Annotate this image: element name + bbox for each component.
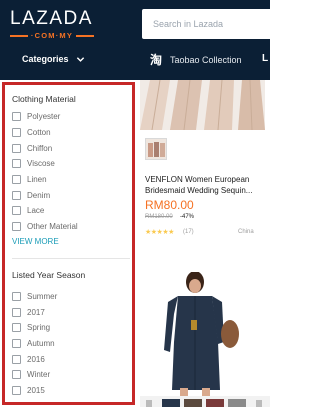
option-label: Viscose <box>27 158 55 168</box>
original-price: RM180.00 <box>145 214 173 220</box>
taobao-collection-link[interactable]: 淘 Taobao Collection <box>150 53 242 67</box>
filter-option-spring[interactable]: Spring <box>12 321 50 333</box>
option-label: Autumn <box>27 338 55 348</box>
filter-option-linen[interactable]: Linen <box>12 173 47 185</box>
product-title[interactable]: VENFLON Women European Bridesmaid Weddin… <box>145 174 268 196</box>
checkbox[interactable] <box>12 174 21 184</box>
filter-option-autumn[interactable]: Autumn <box>12 337 55 349</box>
taobao-icon: 淘 <box>150 53 163 67</box>
filter-option-polyester[interactable]: Polyester <box>12 110 60 122</box>
product-origin: China <box>238 229 254 235</box>
filter-panel: Clothing Material Polyester Cotton Chiff… <box>2 82 135 405</box>
filter-option-winter[interactable]: Winter <box>12 368 50 380</box>
navy-shirt-dress-photo <box>140 272 265 397</box>
product-image-shirt-dress[interactable] <box>140 272 265 397</box>
filter-option-lace[interactable]: Lace <box>12 204 44 216</box>
checkbox[interactable] <box>12 307 21 317</box>
chevron-down-icon <box>76 56 84 62</box>
thumbnail-photo <box>146 139 166 159</box>
filter-option-denim[interactable]: Denim <box>12 189 50 201</box>
categories-menu[interactable]: Categories <box>22 54 85 64</box>
discount-badge: -47% <box>180 214 195 220</box>
checkbox[interactable] <box>12 322 21 332</box>
checkbox[interactable] <box>12 143 21 153</box>
checkbox[interactable] <box>12 127 21 137</box>
option-label: Winter <box>27 369 51 379</box>
option-label: Lace <box>27 205 45 215</box>
checkbox[interactable] <box>12 190 21 200</box>
logo-wordmark: LAZADA <box>10 8 93 29</box>
filter-option-other-material[interactable]: Other Material <box>12 220 78 232</box>
option-label: Other Material <box>27 221 78 231</box>
view-more-link[interactable]: VIEW MORE <box>12 237 59 246</box>
option-label: Summer <box>27 291 58 301</box>
option-label: Chiffon <box>27 143 53 153</box>
logo-line-right <box>76 35 94 37</box>
checkbox[interactable] <box>12 158 21 168</box>
option-label: 2017 <box>27 307 45 317</box>
product-image-dress[interactable] <box>140 80 265 130</box>
checkbox[interactable] <box>12 338 21 348</box>
option-label: Denim <box>27 190 51 200</box>
option-label: 2015 <box>27 385 45 395</box>
thumbnail-strip-graphic <box>146 399 262 407</box>
star-rating-icon: ★★★★★ <box>145 229 174 236</box>
option-label: Spring <box>27 322 51 332</box>
image-thumbnail-strip[interactable] <box>140 396 270 407</box>
filter-option-2017[interactable]: 2017 <box>12 306 45 318</box>
search-box[interactable] <box>142 9 282 39</box>
checkbox[interactable] <box>12 385 21 395</box>
checkbox[interactable] <box>12 111 21 121</box>
option-label: 2016 <box>27 354 45 364</box>
filter-option-chiffon[interactable]: Chiffon <box>12 142 52 154</box>
logo-line-left <box>10 35 28 37</box>
sequin-dress-photo <box>140 80 265 130</box>
filter-option-viscose[interactable]: Viscose <box>12 157 55 169</box>
lazada-logo[interactable]: LAZADA ·COM·MY <box>10 8 98 44</box>
review-count: (17) <box>183 229 194 235</box>
logo-subline: ·COM·MY <box>10 32 94 40</box>
search-input[interactable] <box>142 9 282 39</box>
site-header: LAZADA ·COM·MY Categories 淘 Taobao Colle… <box>0 0 282 80</box>
categories-label: Categories <box>22 54 69 64</box>
taobao-label: Taobao Collection <box>170 55 242 65</box>
logo-domain: ·COM·MY <box>30 31 74 40</box>
checkbox[interactable] <box>12 205 21 215</box>
filter-title-season: Listed Year Season <box>12 270 86 280</box>
product-thumbnail[interactable] <box>145 138 167 160</box>
product-price: RM80.00 <box>145 198 194 212</box>
filter-option-2015[interactable]: 2015 <box>12 384 45 396</box>
filter-option-cotton[interactable]: Cotton <box>12 126 51 138</box>
option-label: Polyester <box>27 111 61 121</box>
checkbox[interactable] <box>12 221 21 231</box>
checkbox[interactable] <box>12 354 21 364</box>
option-label: Cotton <box>27 127 51 137</box>
nav-more-link[interactable]: L <box>262 53 268 64</box>
filter-divider <box>12 258 130 259</box>
checkbox[interactable] <box>12 369 21 379</box>
option-label: Linen <box>27 174 47 184</box>
checkbox[interactable] <box>12 291 21 301</box>
filter-option-summer[interactable]: Summer <box>12 290 57 302</box>
filter-option-2016[interactable]: 2016 <box>12 353 45 365</box>
filter-title-material: Clothing Material <box>12 94 76 104</box>
